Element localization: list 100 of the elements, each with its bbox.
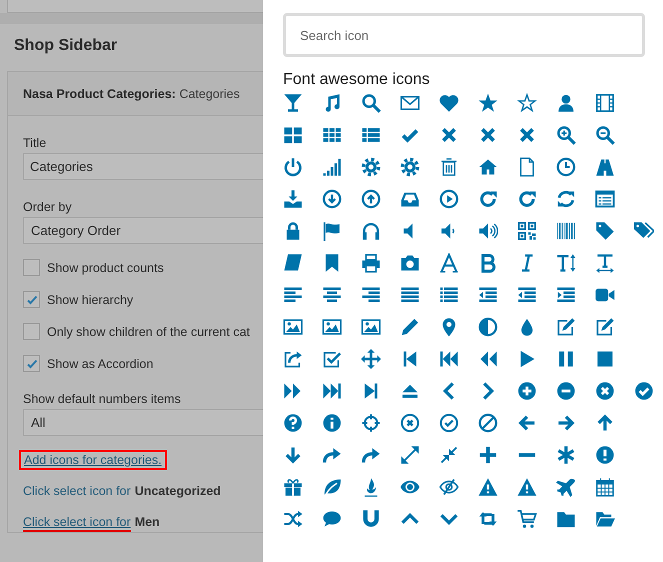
checkbox[interactable] — [23, 355, 40, 372]
asterisk-icon[interactable] — [556, 445, 576, 465]
speech-bubble-icon[interactable] — [322, 509, 342, 529]
cocktail-glass-icon[interactable] — [283, 93, 303, 113]
shopping-cart-icon[interactable] — [517, 509, 537, 529]
settings-icon[interactable] — [361, 157, 381, 177]
trash-icon[interactable] — [439, 157, 459, 177]
download-icon[interactable] — [283, 189, 303, 209]
align-right-icon[interactable] — [361, 285, 381, 305]
align-left-icon[interactable] — [283, 285, 303, 305]
share-box-icon[interactable] — [283, 349, 303, 369]
checkbox[interactable] — [23, 291, 40, 308]
image-icon[interactable] — [283, 317, 303, 337]
move-arrows-icon[interactable] — [361, 349, 381, 369]
input-field[interactable]: Categories — [23, 153, 263, 180]
user-icon[interactable] — [556, 93, 576, 113]
edit-icon[interactable] — [595, 317, 615, 337]
check-circle-outline-icon[interactable] — [439, 413, 459, 433]
star-outline-icon[interactable] — [517, 93, 537, 113]
eye-slash-icon[interactable] — [439, 477, 459, 497]
barcode-icon[interactable] — [556, 221, 576, 241]
calendar-icon[interactable] — [595, 477, 615, 497]
x-circle-icon[interactable] — [595, 381, 615, 401]
right-arrow-icon[interactable] — [556, 413, 576, 433]
close-icon[interactable] — [517, 125, 537, 145]
crosshairs-icon[interactable] — [361, 413, 381, 433]
widget-title[interactable]: Nasa Product Categories: Categories — [8, 72, 263, 116]
settings-icon[interactable] — [400, 157, 420, 177]
plus-circle-icon[interactable] — [517, 381, 537, 401]
warning-icon[interactable] — [478, 477, 498, 497]
close-icon[interactable] — [478, 125, 498, 145]
search-field[interactable]: Search icon — [283, 13, 645, 57]
fast-back-icon[interactable] — [439, 349, 459, 369]
grid-large-icon[interactable] — [283, 125, 303, 145]
printer-icon[interactable] — [361, 253, 381, 273]
play-circle-icon[interactable] — [439, 189, 459, 209]
align-justify-icon[interactable] — [400, 285, 420, 305]
select-icon-link[interactable]: Click select icon for — [23, 484, 131, 501]
select-field[interactable]: Category Order — [23, 217, 263, 244]
film-icon[interactable] — [595, 93, 615, 113]
search-icon[interactable] — [361, 93, 381, 113]
ban-icon[interactable] — [478, 413, 498, 433]
up-arrow-icon[interactable] — [595, 413, 615, 433]
edit-icon[interactable] — [556, 317, 576, 337]
checkbox[interactable] — [23, 259, 40, 276]
x-circle-outline-icon[interactable] — [400, 413, 420, 433]
text-height-icon[interactable] — [556, 253, 576, 273]
image-icon[interactable] — [361, 317, 381, 337]
speaker-loud-icon[interactable] — [478, 221, 498, 241]
tag-icon[interactable] — [595, 221, 615, 241]
signal-bars-icon[interactable] — [322, 157, 342, 177]
contrast-icon[interactable] — [478, 317, 498, 337]
select-icon-link[interactable]: Click select icon for — [23, 515, 131, 532]
open-folder-icon[interactable] — [595, 509, 615, 529]
text-width-icon[interactable] — [595, 253, 615, 273]
gift-icon[interactable] — [283, 477, 303, 497]
list-panel-icon[interactable] — [595, 189, 615, 209]
down-arrow-icon[interactable] — [283, 445, 303, 465]
expand-icon[interactable] — [400, 445, 420, 465]
select-field[interactable]: All — [23, 409, 263, 436]
heart-icon[interactable] — [439, 93, 459, 113]
checked-box-icon[interactable] — [322, 349, 342, 369]
left-arrow-icon[interactable] — [517, 413, 537, 433]
skip-forward-icon[interactable] — [322, 381, 342, 401]
outdent-icon[interactable] — [517, 285, 537, 305]
shuffle-icon[interactable] — [283, 509, 303, 529]
bullet-list-icon[interactable] — [439, 285, 459, 305]
indent-icon[interactable] — [556, 285, 576, 305]
info-circle-icon[interactable] — [322, 413, 342, 433]
warning-icon[interactable] — [517, 477, 537, 497]
refresh-icon[interactable] — [556, 189, 576, 209]
zoom-out-icon[interactable] — [595, 125, 615, 145]
outdent-icon[interactable] — [478, 285, 498, 305]
road-icon[interactable] — [595, 157, 615, 177]
headphones-icon[interactable] — [361, 221, 381, 241]
leaf-icon[interactable] — [322, 477, 342, 497]
airplane-icon[interactable] — [556, 477, 576, 497]
up-arrow-circle-icon[interactable] — [361, 189, 381, 209]
list-grid-icon[interactable] — [361, 125, 381, 145]
star-icon[interactable] — [478, 93, 498, 113]
envelope-icon[interactable] — [400, 93, 420, 113]
image-icon[interactable] — [322, 317, 342, 337]
down-arrow-circle-icon[interactable] — [322, 189, 342, 209]
flag-icon[interactable] — [322, 221, 342, 241]
checkbox[interactable] — [23, 323, 40, 340]
tags-icon[interactable] — [634, 221, 654, 241]
fast-forward-icon[interactable] — [283, 381, 303, 401]
minus-circle-icon[interactable] — [556, 381, 576, 401]
close-icon[interactable] — [439, 125, 459, 145]
question-circle-icon[interactable] — [283, 413, 303, 433]
pencil-icon[interactable] — [400, 317, 420, 337]
power-icon[interactable] — [283, 157, 303, 177]
folder-icon[interactable] — [556, 509, 576, 529]
magnet-icon[interactable] — [361, 509, 381, 529]
grid-icon[interactable] — [322, 125, 342, 145]
redo-arrow-icon[interactable] — [517, 189, 537, 209]
camera-icon[interactable] — [400, 253, 420, 273]
plus-icon[interactable] — [478, 445, 498, 465]
home-icon[interactable] — [478, 157, 498, 177]
check-circle-icon[interactable] — [634, 381, 654, 401]
